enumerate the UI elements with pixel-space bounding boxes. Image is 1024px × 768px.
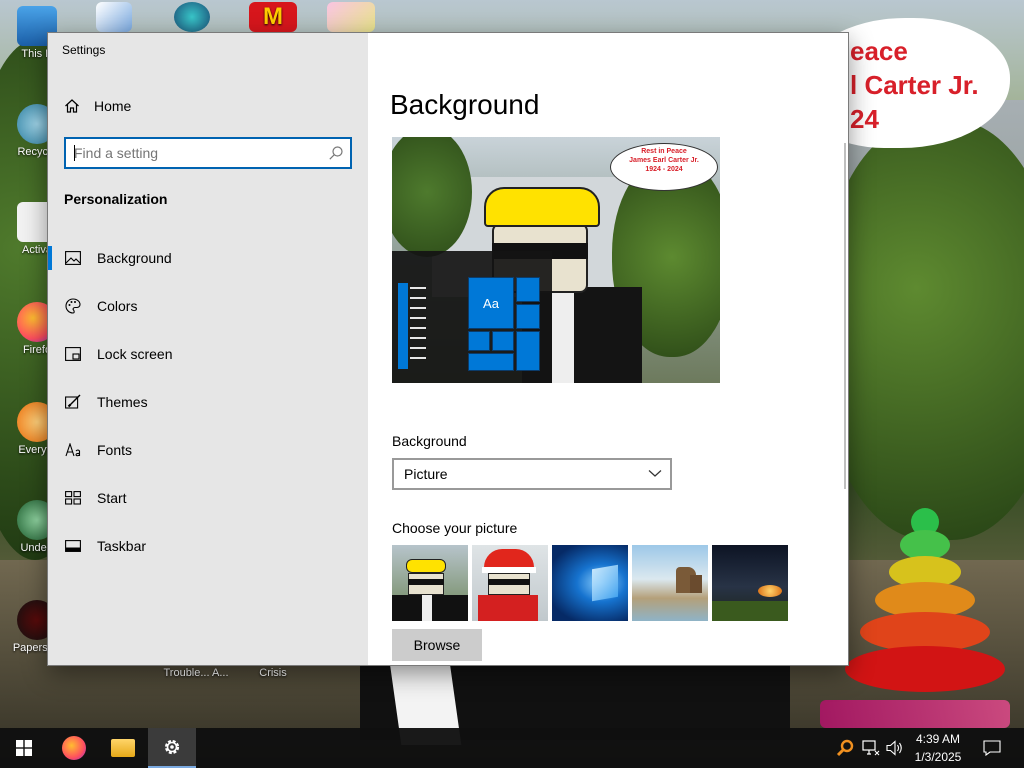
clock-time: 4:39 AM [915,732,961,746]
wallpaper-text-line: 24 [850,104,879,134]
nav-item-fonts[interactable]: Fonts [48,430,368,470]
taskbar-settings[interactable] [148,728,196,768]
desktop-icon-trouble[interactable]: Trouble... A... [158,667,234,679]
nav-item-label: Lock screen [97,346,173,362]
search-tool-icon [836,739,854,757]
nav-home-link[interactable]: Home [64,95,131,117]
desktop-icon-crisis[interactable]: Crisis [238,667,308,679]
settings-gear-icon [164,739,180,755]
settings-nav-pane: Settings Home Personalization Background [48,33,368,665]
nav-item-label: Taskbar [97,538,147,554]
mcdonalds-icon: M [249,2,297,32]
desktop-icon-partial[interactable]: M [248,2,298,32]
nav-item-themes[interactable]: Themes [48,382,368,422]
action-center-button[interactable] [976,728,1008,768]
palette-icon [64,297,82,315]
preview-tile-aa: Aa [468,277,514,329]
content-scrollbar[interactable] [844,143,846,489]
preview-figure-shirt [552,287,574,383]
preview-tiles: Aa [468,277,544,371]
wallpaper-tree-right [820,120,1024,540]
tray-network[interactable] [858,728,884,768]
cartoon-carter-thumbnail[interactable] [392,545,468,621]
background-type-label: Background [392,433,467,449]
start-windows-icon [16,740,32,756]
wallpaper-text-line: eace [850,36,908,66]
preview-bubble-text: Rest in Peace James Earl Carter Jr. 1924… [622,147,706,174]
network-icon [862,740,880,756]
browse-button[interactable]: Browse [392,629,482,661]
start-grid-icon [64,489,82,507]
nav-item-label: Background [97,250,172,266]
file-explorer-icon [111,739,135,757]
nav-item-label: Colors [97,298,138,314]
nav-item-start[interactable]: Start [48,478,368,518]
search-input[interactable] [74,144,314,162]
action-center-icon [983,740,1001,756]
beach-rocks-thumbnail[interactable] [632,545,708,621]
tray-search-tool[interactable] [832,728,858,768]
section-heading: Personalization [64,191,168,207]
settings-window: Settings Home Personalization Background [48,33,848,665]
wallpaper-ribbon [820,700,1010,728]
settings-content-pane: Background Rest in Peace James Earl Cart… [368,33,848,665]
search-box[interactable] [64,137,352,169]
preview-bubble-line: James Earl Carter Jr. [629,157,699,164]
night-sky-tent-thumbnail[interactable] [712,545,788,621]
taskbar-firefox[interactable] [50,728,98,768]
home-icon [65,99,79,113]
nav-item-label: Themes [97,394,148,410]
picture-icon [64,249,82,267]
preview-start-sidebar [398,283,408,369]
desktop-icon-partial[interactable] [326,2,376,32]
taskbar-icon [64,537,82,555]
christmas-tree-decoration [840,500,1010,710]
nav-item-colors[interactable]: Colors [48,286,368,326]
desktop-icon-label: Trouble... A... [163,667,229,679]
nav-item-lock-screen[interactable]: Lock screen [48,334,368,374]
desktop-icon-partial[interactable] [170,2,214,32]
background-preview: Rest in Peace James Earl Carter Jr. 1924… [392,137,720,383]
dropdown-selected-value: Picture [404,466,448,482]
choose-picture-label: Choose your picture [392,520,518,536]
clock-date: 1/3/2025 [914,750,962,764]
preview-bubble-line: Rest in Peace [641,148,687,155]
chevron-down-icon [648,470,662,477]
nav-item-label: Fonts [97,442,133,458]
lock-screen-icon [64,345,82,363]
cartoon-santa-thumbnail[interactable] [472,545,548,621]
character-app-icon [174,2,210,32]
search-icon[interactable] [328,145,344,161]
nav-item-background[interactable]: Background [48,238,368,278]
desktop-icon-label: Crisis [259,667,287,679]
picture-thumbnails [392,545,792,621]
desktop-icon-partial[interactable] [92,2,136,32]
app-icon [96,2,132,32]
taskbar: 4:39 AM 1/3/2025 [0,728,1024,768]
themes-brush-icon [64,393,82,411]
background-type-dropdown[interactable]: Picture [392,458,672,490]
nav-item-label: Start [97,490,127,506]
start-button[interactable] [0,728,48,768]
wallpaper-bubble-text: eace l Carter Jr. 24 [850,34,1020,136]
nav-item-taskbar[interactable]: Taskbar [48,526,368,566]
page-title: Background [390,89,540,120]
taskbar-clock[interactable]: 4:39 AM 1/3/2025 [898,730,978,766]
preview-figure-hat [484,187,600,227]
nav-home-label: Home [94,98,132,114]
window-title: Settings [62,43,106,57]
firefox-icon [62,736,86,760]
wallpaper-text-line: l Carter Jr. [850,70,979,100]
taskbar-file-explorer[interactable] [99,728,147,768]
windows-10-hero-thumbnail[interactable] [552,545,628,621]
cartoon-app-icon [327,2,375,32]
preview-bubble-line: 1924 - 2024 [645,166,683,173]
fonts-icon [64,441,82,459]
